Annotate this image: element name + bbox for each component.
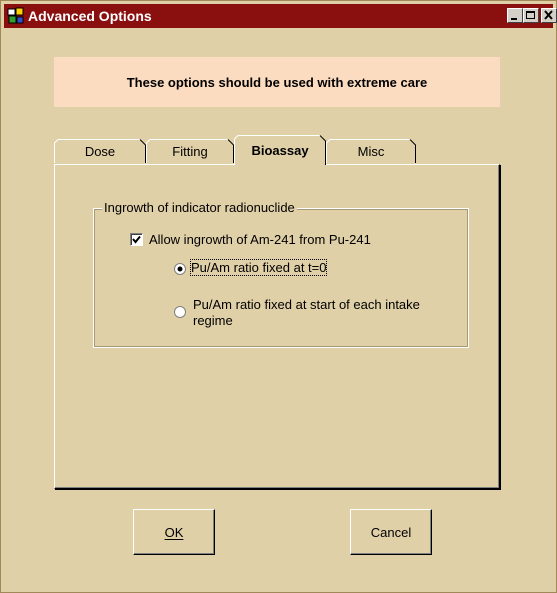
tab-dose-label: Dose bbox=[84, 143, 116, 159]
cancel-button-label: Cancel bbox=[370, 524, 412, 540]
tab-bioassay-label: Bioassay bbox=[251, 142, 309, 158]
maximize-icon bbox=[526, 11, 535, 19]
tab-misc-label: Misc bbox=[357, 143, 385, 159]
radio-t0-label[interactable]: Pu/Am ratio fixed at t=0 bbox=[189, 259, 328, 276]
allow-ingrowth-checkbox[interactable] bbox=[130, 233, 143, 246]
close-icon bbox=[544, 10, 553, 20]
advanced-options-window: Advanced Options These options should be… bbox=[0, 0, 557, 593]
maximize-button[interactable] bbox=[523, 8, 539, 23]
warning-banner: These options should be used with extrem… bbox=[54, 57, 500, 107]
tab-fitting[interactable]: Fitting bbox=[146, 139, 234, 163]
warning-text: These options should be used with extrem… bbox=[126, 74, 428, 90]
radio-start-of-intake-label-line2[interactable]: regime bbox=[193, 313, 233, 328]
title-bar[interactable]: Advanced Options bbox=[4, 4, 557, 28]
group-legend: Ingrowth of indicator radionuclide bbox=[102, 200, 297, 215]
tab-fitting-label: Fitting bbox=[172, 143, 208, 159]
radio-start-of-intake[interactable] bbox=[174, 305, 186, 318]
tab-dose[interactable]: Dose bbox=[54, 139, 146, 163]
ok-button-label: OK bbox=[164, 524, 184, 540]
radio-t0[interactable] bbox=[174, 262, 186, 275]
minimize-icon bbox=[511, 18, 517, 20]
window-title: Advanced Options bbox=[28, 8, 152, 24]
minimize-button[interactable] bbox=[507, 8, 523, 23]
ingrowth-group-box bbox=[93, 208, 469, 348]
allow-ingrowth-label[interactable]: Allow ingrowth of Am-241 from Pu-241 bbox=[149, 232, 371, 247]
checkmark-icon bbox=[132, 235, 141, 244]
app-icon[interactable] bbox=[7, 7, 25, 25]
ok-button[interactable]: OK bbox=[133, 509, 215, 555]
cancel-button[interactable]: Cancel bbox=[350, 509, 432, 555]
tab-bioassay[interactable]: Bioassay bbox=[234, 135, 326, 165]
radio-start-of-intake-label-line1[interactable]: Pu/Am ratio fixed at start of each intak… bbox=[193, 297, 420, 312]
close-button[interactable] bbox=[541, 8, 557, 23]
tab-misc[interactable]: Misc bbox=[326, 139, 416, 163]
